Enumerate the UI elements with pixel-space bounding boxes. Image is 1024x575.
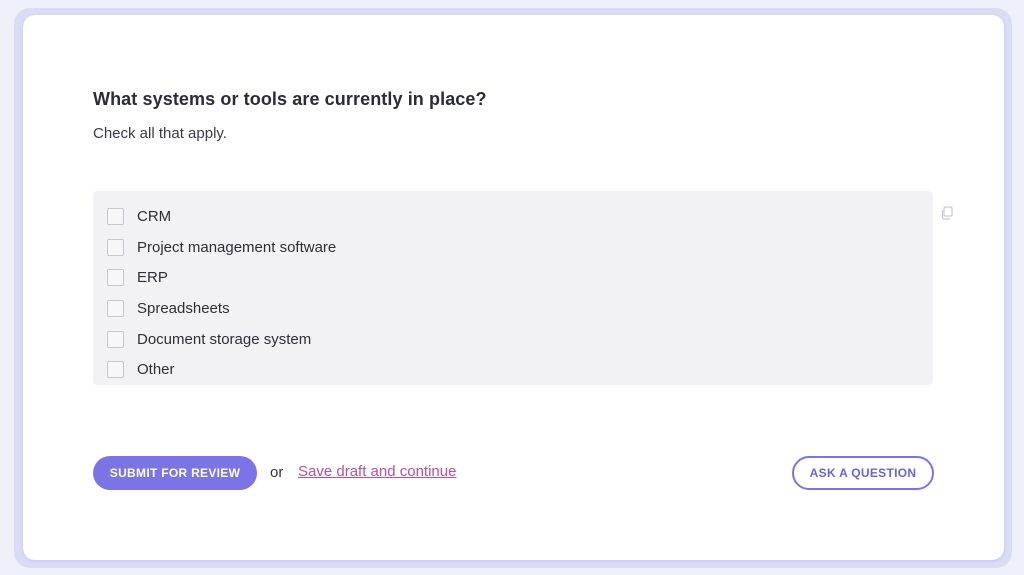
option-label: ERP — [137, 269, 168, 287]
question-card: What systems or tools are currently in p… — [23, 15, 1004, 560]
option-document-storage-system[interactable]: Document storage system — [93, 324, 933, 355]
option-erp[interactable]: ERP — [93, 262, 933, 293]
checkbox[interactable] — [107, 269, 124, 287]
option-label: Other — [137, 361, 175, 379]
option-spreadsheets[interactable]: Spreadsheets — [93, 293, 933, 324]
option-label: Project management software — [137, 238, 337, 256]
ask-a-question-button[interactable]: ASK A QUESTION — [792, 456, 934, 490]
or-separator: or — [270, 464, 284, 481]
option-project-management-software[interactable]: Project management software — [93, 232, 933, 263]
save-draft-link[interactable]: Save draft and continue — [298, 463, 456, 480]
question-title: What systems or tools are currently in p… — [93, 89, 487, 109]
form-actions: SUBMIT FOR REVIEW or Save draft and cont… — [93, 456, 934, 490]
option-label: CRM — [137, 207, 172, 225]
option-other[interactable]: Other — [93, 354, 933, 385]
submit-for-review-button[interactable]: SUBMIT FOR REVIEW — [93, 456, 257, 490]
option-crm[interactable]: CRM — [93, 201, 933, 232]
checkbox[interactable] — [107, 361, 124, 379]
checkbox[interactable] — [107, 238, 124, 256]
copy-icon-graphic — [941, 206, 953, 220]
question-hint: Check all that apply. — [93, 125, 227, 142]
option-label: Spreadsheets — [137, 299, 230, 317]
copy-icon[interactable] — [939, 205, 955, 221]
checkbox[interactable] — [107, 299, 124, 317]
option-label: Document storage system — [137, 330, 312, 348]
checkbox[interactable] — [107, 330, 124, 348]
checkbox[interactable] — [107, 207, 124, 225]
checkbox-group: CRM Project management software ERP Spre… — [93, 191, 933, 385]
